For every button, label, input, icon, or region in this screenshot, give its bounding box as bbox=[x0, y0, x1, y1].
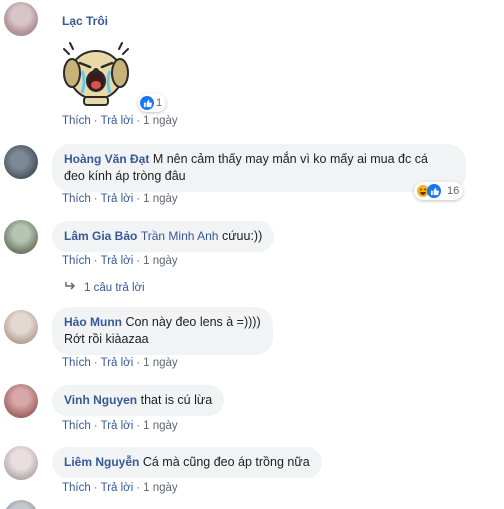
like-icon bbox=[140, 96, 154, 110]
comment-actions: Thích · Trả lời · 1 ngày bbox=[62, 193, 178, 205]
separator: · bbox=[93, 193, 98, 205]
comment-actions: Thích · Trả lời · 1 ngày bbox=[62, 115, 178, 127]
reply-link[interactable]: Trả lời bbox=[101, 482, 134, 494]
view-replies-link[interactable]: 1 câu trả lời bbox=[64, 281, 145, 294]
reaction-summary[interactable]: 1 bbox=[138, 94, 167, 112]
separator: · bbox=[136, 420, 141, 432]
separator: · bbox=[93, 357, 98, 369]
like-link[interactable]: Thích bbox=[62, 115, 91, 127]
separator: · bbox=[136, 193, 141, 205]
crying-dog-sticker bbox=[56, 37, 136, 109]
timestamp[interactable]: 1 ngày bbox=[143, 255, 178, 267]
avatar[interactable] bbox=[4, 500, 38, 509]
comment-text: M nên cảm thấy may mắn vì ko mấy ai mua … bbox=[152, 152, 428, 166]
comment-bubble: Lâm Gia Bảo Trần Minh Anh cứuu:)) bbox=[52, 221, 275, 252]
timestamp[interactable]: 1 ngày bbox=[143, 357, 178, 369]
separator: · bbox=[93, 115, 98, 127]
timestamp[interactable]: 1 ngày bbox=[143, 420, 178, 432]
comment-text: Con này đeo lens à =)))) bbox=[125, 315, 261, 329]
avatar[interactable] bbox=[4, 220, 38, 254]
comment-actions: Thích · Trả lời · 1 ngày bbox=[62, 482, 178, 494]
like-link[interactable]: Thích bbox=[62, 193, 91, 205]
comment-text: Cá mà cũng đeo áp trồng nữa bbox=[142, 455, 310, 469]
separator: · bbox=[136, 357, 141, 369]
separator: · bbox=[136, 115, 141, 127]
comment-author[interactable]: Lạc Trôi bbox=[62, 14, 108, 28]
comment-author[interactable]: Hảo Munn bbox=[64, 315, 122, 329]
reaction-count: 1 bbox=[156, 97, 163, 109]
comment-author[interactable]: Liêm Nguyễn bbox=[64, 455, 139, 469]
avatar[interactable] bbox=[4, 2, 38, 36]
timestamp[interactable]: 1 ngày bbox=[143, 115, 178, 127]
reply-arrow-icon bbox=[64, 281, 76, 294]
separator: · bbox=[136, 255, 141, 267]
replies-count: 1 câu trả lời bbox=[84, 281, 145, 294]
reply-link[interactable]: Trả lời bbox=[101, 115, 134, 127]
comment-bubble: Hoàng Văn Đạt M nên cảm thấy may mắn vì … bbox=[52, 144, 466, 192]
avatar[interactable] bbox=[4, 384, 38, 418]
reply-link[interactable]: Trả lời bbox=[101, 193, 134, 205]
mention-link[interactable]: Trần Minh Anh bbox=[141, 229, 219, 243]
reply-link[interactable]: Trả lời bbox=[101, 357, 134, 369]
comment-text: đeo kính áp tròng đâu bbox=[64, 169, 186, 183]
like-icon bbox=[427, 184, 441, 198]
reaction-count: 16 bbox=[447, 185, 460, 197]
comment-bubble: Liêm Nguyễn Cá mà cũng đeo áp trồng nữa bbox=[52, 447, 322, 478]
avatar[interactable] bbox=[4, 446, 38, 480]
separator: · bbox=[93, 482, 98, 494]
separator: · bbox=[93, 420, 98, 432]
comment-text: Rớt rồi kiàazaa bbox=[64, 332, 149, 346]
comment-actions: Thích · Trả lời · 1 ngày bbox=[62, 357, 178, 369]
separator: · bbox=[136, 482, 141, 494]
comment-author[interactable]: Lâm Gia Bảo bbox=[64, 229, 137, 243]
comment-bubble: Vinh Nguyen that is cú lừa bbox=[52, 385, 225, 416]
comment-text: cứuu:)) bbox=[221, 229, 263, 243]
avatar[interactable] bbox=[4, 310, 38, 344]
comment-text: that is cú lừa bbox=[140, 393, 213, 407]
comment-actions: Thích · Trả lời · 1 ngày bbox=[62, 255, 178, 267]
like-link[interactable]: Thích bbox=[62, 357, 91, 369]
comment-bubble: Hảo Munn Con này đeo lens à =)))) Rớt rồ… bbox=[52, 307, 273, 355]
reply-link[interactable]: Trả lời bbox=[101, 420, 134, 432]
timestamp[interactable]: 1 ngày bbox=[143, 193, 178, 205]
reply-link[interactable]: Trả lời bbox=[101, 255, 134, 267]
avatar[interactable] bbox=[4, 145, 38, 179]
like-link[interactable]: Thích bbox=[62, 255, 91, 267]
timestamp[interactable]: 1 ngày bbox=[143, 482, 178, 494]
comment-author[interactable]: Hoàng Văn Đạt bbox=[64, 152, 149, 166]
comment-actions: Thích · Trả lời · 1 ngày bbox=[62, 420, 178, 432]
like-link[interactable]: Thích bbox=[62, 420, 91, 432]
separator: · bbox=[93, 255, 98, 267]
like-link[interactable]: Thích bbox=[62, 482, 91, 494]
comment-author[interactable]: Vinh Nguyen bbox=[64, 393, 137, 407]
reaction-summary[interactable]: 16 bbox=[414, 182, 464, 200]
